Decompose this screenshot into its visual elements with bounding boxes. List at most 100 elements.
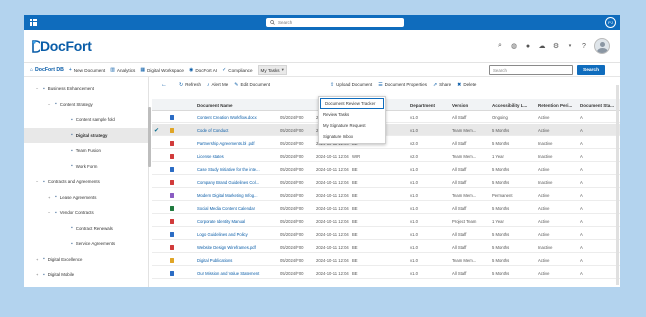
- expand-icon[interactable]: +: [48, 195, 52, 200]
- expand-icon[interactable]: +: [36, 272, 40, 277]
- table-row[interactable]: Logo Guidelines and Policy 05/2024/F00 BE v…: [152, 228, 620, 240]
- user-avatar[interactable]: [594, 38, 610, 54]
- document-name-cell[interactable]: Our Mission and Value Statement: [197, 267, 275, 279]
- cloud-icon[interactable]: ☁: [538, 42, 546, 50]
- help-icon[interactable]: ?: [580, 42, 588, 50]
- nav-item-new-document[interactable]: + New Document: [69, 67, 105, 73]
- sidebar-item[interactable]: ▪ Content sample fold: [24, 112, 148, 127]
- collapse-icon[interactable]: −: [36, 179, 40, 184]
- toolbar-button-label: Share: [439, 82, 452, 87]
- toolbar-refresh-button[interactable]: ↻ Refresh: [179, 82, 201, 88]
- toolbar-document-properties-button[interactable]: ☰ Document Properties: [378, 82, 427, 88]
- account-avatar[interactable]: PJ: [605, 17, 616, 28]
- scrollbar[interactable]: [616, 85, 619, 285]
- document-name-cell[interactable]: Social Media Content Calendar: [197, 202, 275, 214]
- folder-icon: ▪: [43, 178, 45, 185]
- document-name-cell[interactable]: Modern Digital Marketing Infog...: [197, 189, 275, 201]
- column-header[interactable]: Version: [452, 99, 489, 111]
- table-row[interactable]: Content Creation Workflow.docx 05/2024/F0…: [152, 111, 620, 123]
- table-row[interactable]: Digital Publications 05/2024/F00 BE v1.0 Tea…: [152, 254, 620, 266]
- toolbar-alert-me-button[interactable]: ♪ Alert Me: [207, 82, 228, 88]
- version-cell: v1.0: [410, 244, 418, 250]
- plus-icon: +: [68, 67, 72, 73]
- sidebar-item[interactable]: ▪ Digital strategy: [24, 127, 148, 143]
- accessibility-cell: All Staff: [452, 244, 467, 250]
- notification-icon[interactable]: ●: [524, 42, 532, 50]
- nav-item-docfort-ai[interactable]: ◉ DocFort AI: [189, 67, 217, 73]
- nav-item-my-tasks[interactable]: My Tasks ▾: [257, 65, 287, 75]
- sidebar-item[interactable]: − ▪ Business Enhancement: [24, 81, 148, 96]
- my-tasks-menu-item[interactable]: My Signature Request: [319, 120, 385, 131]
- toolbar-delete-button[interactable]: ✖ Delete: [457, 82, 476, 88]
- sidebar-item[interactable]: ▪ Service Agreements: [24, 236, 148, 251]
- column-header[interactable]: Department: [410, 99, 449, 111]
- my-tasks-menu-item[interactable]: Review Tasks: [319, 109, 385, 120]
- table-row[interactable]: Case Study Initiative for the inte... 05/…: [152, 163, 620, 175]
- document-name-cell[interactable]: Website Design Wireframes.pdf: [197, 241, 275, 253]
- collapse-icon[interactable]: −: [48, 102, 52, 107]
- nav-item-analytics[interactable]: ▥ Analytics: [110, 67, 135, 73]
- nav-item-digital-workspace[interactable]: ▦ Digital Workspace: [140, 67, 184, 73]
- document-name-cell[interactable]: Digital Publications: [197, 254, 275, 266]
- document-name-cell[interactable]: Case Study Initiative for the inte...: [197, 163, 275, 175]
- file-type-icon: [170, 127, 174, 133]
- sidebar-item[interactable]: ▪ Team Fusion: [24, 143, 148, 158]
- accessibility-cell: All Staff: [452, 140, 467, 146]
- toolbar-upload-document-button[interactable]: ⇪ Upload Document: [330, 82, 372, 88]
- back-arrow-icon[interactable]: ←: [161, 82, 167, 88]
- column-header[interactable]: Retention Peri...: [538, 99, 577, 111]
- column-header[interactable]: Accessibility L...: [492, 99, 535, 111]
- search-icon[interactable]: ⌕: [496, 42, 504, 50]
- sidebar-item[interactable]: + ▪ Digital Excellence: [24, 252, 148, 267]
- sidebar-item[interactable]: − ▪ Contracts and Agreements: [24, 174, 148, 189]
- global-search-input[interactable]: Search: [266, 18, 404, 27]
- settings-icon[interactable]: ⚙: [552, 42, 560, 50]
- table-row[interactable]: Our Mission and Value Statement 05/2024/F…: [152, 267, 620, 279]
- document-name-cell[interactable]: License states: [197, 150, 275, 162]
- column-header[interactable]: Document Sta...: [580, 99, 617, 111]
- nav-brand[interactable]: ⌂ DocFort DB: [30, 67, 64, 73]
- sidebar-item[interactable]: ▪ Work Form: [24, 159, 148, 174]
- document-name-cell[interactable]: Logo Guidelines and Policy: [197, 228, 275, 240]
- document-name-cell[interactable]: Code of Conduct: [197, 124, 275, 136]
- table-row[interactable]: Company Brand Guidelines Col... 05/2024/F…: [152, 176, 620, 188]
- toolbar-edit-document-button[interactable]: ✎ Edit Document: [234, 82, 270, 88]
- sidebar-scrollbar[interactable]: [148, 107, 151, 167]
- table-row[interactable]: Partnership Agreements.bl .pdf 05/2024/F0…: [152, 137, 620, 149]
- sidebar-item[interactable]: + ▪ Digital Mobile: [24, 267, 148, 282]
- table-row[interactable]: Corporate Identity Manual 05/2024/F00 BE v1…: [152, 215, 620, 227]
- sidebar-item[interactable]: − ▪ Vendor Contracts: [24, 205, 148, 220]
- table-row[interactable]: Website Design Wireframes.pdf 05/2024/F00…: [152, 241, 620, 253]
- document-name-cell[interactable]: Company Brand Guidelines Col...: [197, 176, 275, 188]
- toolbar-button-label: Upload Document: [336, 82, 373, 87]
- document-name-cell[interactable]: Content Creation Workflow.docx: [197, 111, 275, 123]
- nav-item-compliance[interactable]: ✓ Compliance: [222, 67, 252, 73]
- document-name-cell[interactable]: Corporate Identity Manual: [197, 215, 275, 227]
- globe-icon[interactable]: ◍: [510, 42, 518, 50]
- toolbar-button-label: Delete: [463, 82, 477, 87]
- chevron-down-icon[interactable]: ▾: [566, 42, 574, 50]
- table-row[interactable]: Social Media Content Calendar 05/2024/F00…: [152, 202, 620, 214]
- search-input[interactable]: Search: [489, 65, 573, 75]
- document-name-cell[interactable]: Partnership Agreements.bl .pdf: [197, 137, 275, 149]
- expand-icon[interactable]: +: [36, 257, 40, 262]
- modified-cell: 2024-10-11 12:04: [316, 244, 349, 250]
- global-search-placeholder: Search: [278, 20, 293, 25]
- collapse-icon[interactable]: −: [36, 86, 40, 91]
- sidebar-item[interactable]: + ▪ Lease Agreements: [24, 190, 148, 205]
- sidebar-item[interactable]: ▪ Contract Renewals: [24, 221, 148, 236]
- folder-icon: ▪: [71, 147, 73, 154]
- row-check-icon[interactable]: ✔: [154, 124, 159, 136]
- app-launcher-icon[interactable]: [30, 19, 37, 26]
- sidebar-item[interactable]: − ▪ Content Strategy: [24, 97, 148, 112]
- my-tasks-menu-item[interactable]: Document Review Tracker: [320, 98, 384, 109]
- collapse-icon[interactable]: −: [48, 210, 52, 215]
- sidebar-item-label: Lease Agreements: [59, 194, 97, 200]
- my-tasks-menu-item[interactable]: Signature Inbox: [319, 131, 385, 142]
- toolbar-share-button[interactable]: ⇗ Share: [433, 82, 451, 88]
- table-row[interactable]: License states 05/2024/F00 WIR v2.0 Team Mem…: [152, 150, 620, 162]
- search-button[interactable]: Search: [577, 65, 605, 75]
- table-row[interactable]: ✔Code of Conduct05/2024/F00BEv1.0Team Me…: [152, 124, 620, 136]
- folder-icon: ▪: [71, 163, 73, 169]
- table-row[interactable]: Modern Digital Marketing Infog... 05/2024…: [152, 189, 620, 201]
